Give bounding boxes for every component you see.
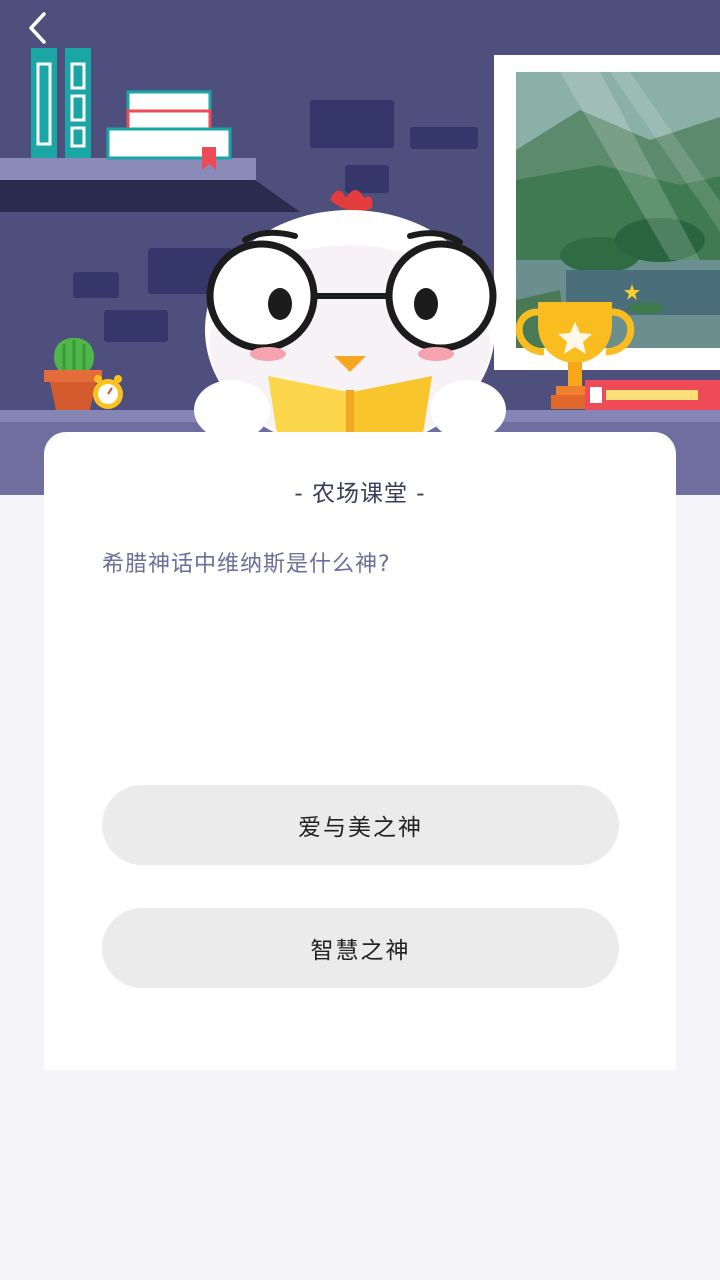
wall-shelf xyxy=(0,158,300,212)
answer-option-1[interactable]: 爱与美之神 xyxy=(102,785,619,865)
chevron-left-icon xyxy=(29,12,46,44)
alarm-clock xyxy=(93,375,123,409)
quiz-page: - 农场课堂 - 希腊神话中维纳斯是什么神? 爱与美之神 智慧之神 xyxy=(0,0,720,1280)
red-book-stack xyxy=(585,380,720,410)
question-text: 希腊神话中维纳斯是什么神? xyxy=(102,552,391,577)
header-illustration xyxy=(0,0,720,495)
answer-option-2[interactable]: 智慧之神 xyxy=(102,908,619,988)
card-title: - 农场课堂 - xyxy=(294,481,426,507)
back-button[interactable] xyxy=(18,8,62,48)
